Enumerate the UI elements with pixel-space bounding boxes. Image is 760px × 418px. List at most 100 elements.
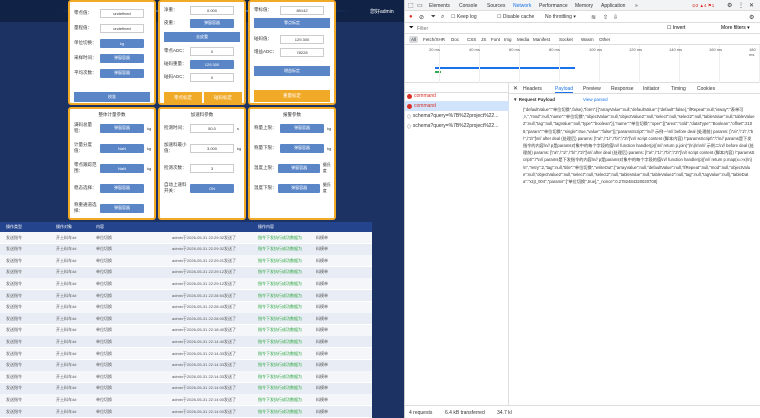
gain-calib-button[interactable]: 增益标定 [254,66,330,76]
devtools-tab-6[interactable]: Application [601,3,625,9]
field-value-button[interactable]: 弹窗容器 [190,18,234,28]
field-value-button[interactable]: NaN [100,163,144,173]
type-filter-5[interactable]: Font [489,36,502,43]
record-icon[interactable]: ● [409,14,413,20]
type-filter-0[interactable]: All [409,36,419,43]
detail-tab-5[interactable]: Timing [671,86,686,92]
error-badges[interactable]: ⊘3 ▲4 ⚑1 [692,3,714,9]
devtools-tab-0[interactable]: Elements [429,3,450,9]
type-filter-3[interactable]: CSS [465,36,478,43]
type-filter-2[interactable]: Doc [449,36,461,43]
field-value-button[interactable]: 0 [190,46,234,56]
table-row[interactable]: 发送指令 开土料车4# 单位切换 admin于2026-05-31 22:28:54发… [0,290,372,301]
table-row[interactable]: 发送指令 开土料车4# 单位切换 admin于2026-05-31 22:14:33发… [0,359,372,371]
detail-tab-0[interactable]: Headers [523,86,542,92]
field-value-button[interactable]: undefined [100,23,144,33]
invert-checkbox[interactable]: ☐ Invert [667,25,685,31]
table-row[interactable]: 发送指令 开土料车4# 单位切换 admin于2026-05-31 22:14:40发… [0,336,372,348]
table-row[interactable]: 发送指令 开土料车4# 单位切换 admin于2026-05-31 22:29:12发… [0,278,372,290]
more-filters-button[interactable]: More filters ▾ [721,25,750,31]
field-value-button[interactable]: 弹窗容器 [100,53,144,63]
detail-tab-6[interactable]: Cookies [697,86,715,92]
field-value-button[interactable]: 弹窗容器 [280,123,324,133]
user-greeting[interactable]: 您好admin [370,8,394,15]
wifi-icon[interactable]: ≋ [591,14,596,21]
field-value-button[interactable]: 弹窗容器 [100,203,144,213]
type-filter-10[interactable]: Wasm [579,36,596,43]
type-filter-8[interactable]: Manifest [531,36,552,43]
tare-button[interactable]: 去皮重 [164,32,240,42]
keep-log-checkbox[interactable]: ☐ Keep log [451,14,477,20]
table-row[interactable]: 发送指令 开土料车4# 单位切换 admin于2026-05-31 22:14:00发… [0,394,372,406]
field-value-button[interactable]: 弹窗容器 [100,183,144,193]
request-row[interactable]: command [405,91,509,101]
clear-icon[interactable]: ⊘ [419,14,424,21]
field-value-button[interactable]: 89142 [280,5,324,15]
upload-icon[interactable]: ⇧ [603,14,608,21]
type-filter-6[interactable]: Img [502,36,514,43]
view-parsed-link[interactable]: View parsed [583,97,608,102]
field-value-button[interactable]: 0 [190,72,234,82]
table-row[interactable]: 发送指令 开土料车4# 单位切换 admin于2026-05-31 22:18:40发… [0,324,372,336]
network-settings-icon[interactable]: ⚙ [749,14,754,21]
field-value-button[interactable]: 129.300 [190,59,234,69]
download-icon[interactable]: ⇩ [613,14,618,21]
type-filter-1[interactable]: Fetch/XHR [421,36,447,43]
request-row[interactable]: ⟨⟩ schema?query=%7B%22project%22... [405,111,509,121]
table-row[interactable]: 发送指令 开土料车4# 单位切换 admin于2026-05-31 22:28:43发… [0,301,372,313]
devtools-tab-4[interactable]: Performance [539,3,568,9]
field-value-button[interactable]: undefined [100,8,144,18]
devtools-tab-1[interactable]: Console [459,3,477,9]
devtools-tab-5[interactable]: Memory [575,3,593,9]
settings-icon[interactable]: ⚙ [727,2,732,9]
type-filter-9[interactable]: Socket [557,36,575,43]
table-row[interactable]: 发送指令 开土料车4# 单位切换 admin于2026-05-31 22:29:12发… [0,266,372,278]
devtools-tab-7[interactable]: » [635,3,638,9]
table-row[interactable]: 发送指令 开土料车4# 单位切换 admin于2026-05-31 22:14:00发… [0,382,372,394]
field-value-button[interactable]: 弹窗容器 [278,163,320,173]
device-icon[interactable]: ▭ [417,2,423,9]
detail-tab-4[interactable]: Initiator [643,86,659,92]
field-value-button[interactable]: 弹窗容器 [100,68,144,78]
inspect-icon[interactable]: ⬚ [408,2,414,9]
type-filter-4[interactable]: JS [479,36,488,43]
payload-title[interactable]: ▼ Request Payload [513,97,555,102]
close-detail-icon[interactable]: ✕ [513,85,518,92]
field-value-button[interactable]: 3 [190,163,234,173]
type-filter-7[interactable]: Media [515,36,531,43]
weight-calib-button[interactable]: 砝码标定 [204,92,242,104]
close-icon[interactable]: ✕ [749,2,754,9]
field-value-button[interactable]: ON [190,183,234,193]
detail-tab-2[interactable]: Preview [583,86,601,92]
request-row[interactable]: ⟨⟩ schema?query=%7B%22project%22... [405,121,509,131]
field-value-button[interactable]: 弹窗容器 [278,183,320,193]
detail-tab-1[interactable]: Payload [555,86,574,93]
filter-input[interactable] [417,25,637,32]
field-value-button[interactable]: 弹窗容器 [280,143,324,153]
devtools-tab-2[interactable]: Sources [487,3,505,9]
field-value-button[interactable]: 弹窗容器 [100,123,144,133]
field-value-button[interactable]: NaN [100,143,144,153]
calibrate-button[interactable]: 校准 [74,92,150,102]
throttle-select[interactable]: No throttling ▾ [545,14,576,20]
zero-calib-button-2[interactable]: 零点标定 [254,18,330,28]
table-row[interactable]: 发送指令 开土料车4# 单位切换 admin于2026-05-31 22:14:00发… [0,406,372,417]
field-value-button[interactable]: 129.300 [280,34,324,44]
field-value-button[interactable]: 0.000 [190,5,234,15]
detail-tab-3[interactable]: Response [611,86,634,92]
disable-cache-checkbox[interactable]: ☐ Disable cache [497,14,534,20]
zero-calib-button[interactable]: 零点标定 [164,92,202,104]
table-row[interactable]: 发送指令 开土料车4# 单位切换 admin于2026-05-31 22:29:32发… [0,232,372,243]
table-row[interactable]: 发送指令 开土料车4# 单位切换 admin于2026-05-31 22:14:33发… [0,371,372,383]
table-row[interactable]: 发送指令 开土料车4# 单位切换 admin于2026-05-31 22:28:00发… [0,313,372,325]
field-value-button[interactable]: kg [100,38,144,48]
table-row[interactable]: 发送指令 开土料车4# 单位切换 admin于2026-05-31 22:14:33发… [0,348,372,359]
more-icon[interactable]: ⋮ [738,2,744,9]
field-value-button[interactable]: 3.000 [190,143,234,153]
weight-calib-button-2[interactable]: 重量标定 [254,90,330,102]
field-value-button[interactable]: 78228 [280,47,324,57]
search-icon[interactable]: ⌕ [441,14,444,21]
devtools-tab-3[interactable]: Network [513,3,531,9]
field-value-button[interactable]: 50.0 [190,123,234,133]
table-row[interactable]: 发送指令 开土料车4# 单位切换 admin于2026-05-31 22:29:32发… [0,243,372,255]
